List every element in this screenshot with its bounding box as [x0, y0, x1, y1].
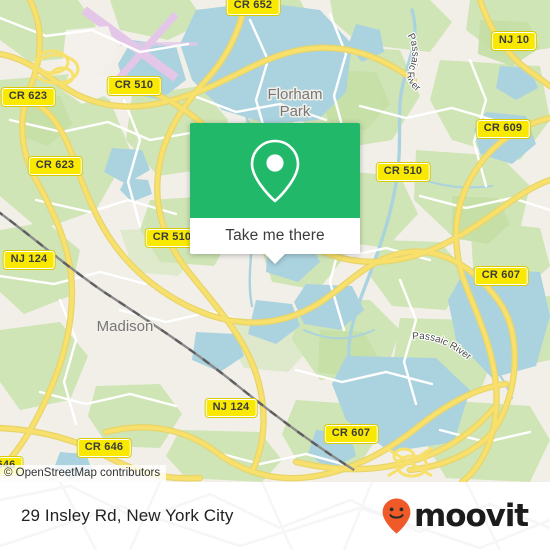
take-me-there-label: Take me there	[225, 227, 325, 244]
map-pin-icon	[250, 139, 300, 202]
shield-nj-124-west[interactable]: NJ 124	[3, 251, 55, 269]
shield-cr-510-west[interactable]: CR 510	[107, 77, 161, 95]
shield-label: NJ 124	[3, 251, 55, 269]
osm-attribution[interactable]: © OpenStreetMap contributors	[0, 465, 167, 482]
shield-label: NJ 124	[205, 399, 257, 417]
shield-cr-607-south[interactable]: CR 607	[324, 425, 378, 443]
place-label-florham-park-line1: Florham	[267, 86, 322, 103]
moovit-logo[interactable]: moovit	[381, 497, 529, 535]
shield-label: CR 623	[1, 88, 55, 106]
shield-label: NJ 10	[491, 32, 537, 50]
shield-cr-607-north[interactable]: CR 607	[474, 267, 528, 285]
shield-label: CR 623	[28, 157, 82, 175]
shield-label: CR 609	[476, 120, 530, 138]
shield-label: CR 510	[107, 77, 161, 95]
shield-nj-10[interactable]: NJ 10	[491, 32, 537, 50]
shield-cr-646[interactable]: CR 646	[77, 439, 131, 457]
shield-label: CR 646	[77, 439, 131, 457]
shield-cr-609[interactable]: CR 609	[476, 120, 530, 138]
shield-cr-510-east[interactable]: CR 510	[376, 163, 430, 181]
shield-label: CR 510	[376, 163, 430, 181]
moovit-map-screenshot: Florham Park Madison Passaic River Passa…	[0, 0, 550, 550]
shield-cr-623-south[interactable]: CR 623	[28, 157, 82, 175]
callout-tail	[264, 253, 286, 264]
shield-cr-652[interactable]: CR 652	[226, 0, 280, 15]
footer-bar: 29 Insley Rd, New York City moovit	[0, 482, 550, 550]
shield-label: CR 607	[474, 267, 528, 285]
shield-label: CR 652	[226, 0, 280, 15]
place-label-madison: Madison	[97, 318, 154, 335]
shield-cr-623-north[interactable]: CR 623	[1, 88, 55, 106]
shield-nj-124-south[interactable]: NJ 124	[205, 399, 257, 417]
place-label-florham-park-line2: Park	[280, 103, 311, 120]
moovit-wordmark: moovit	[414, 497, 529, 534]
callout-header	[190, 123, 360, 218]
address-text: 29 Insley Rd, New York City	[21, 506, 234, 525]
moovit-smiling-pin-logo-icon	[382, 498, 411, 534]
shield-label: CR 607	[324, 425, 378, 443]
destination-callout-card[interactable]: Take me there	[190, 123, 360, 264]
callout-action[interactable]: Take me there	[190, 218, 360, 264]
